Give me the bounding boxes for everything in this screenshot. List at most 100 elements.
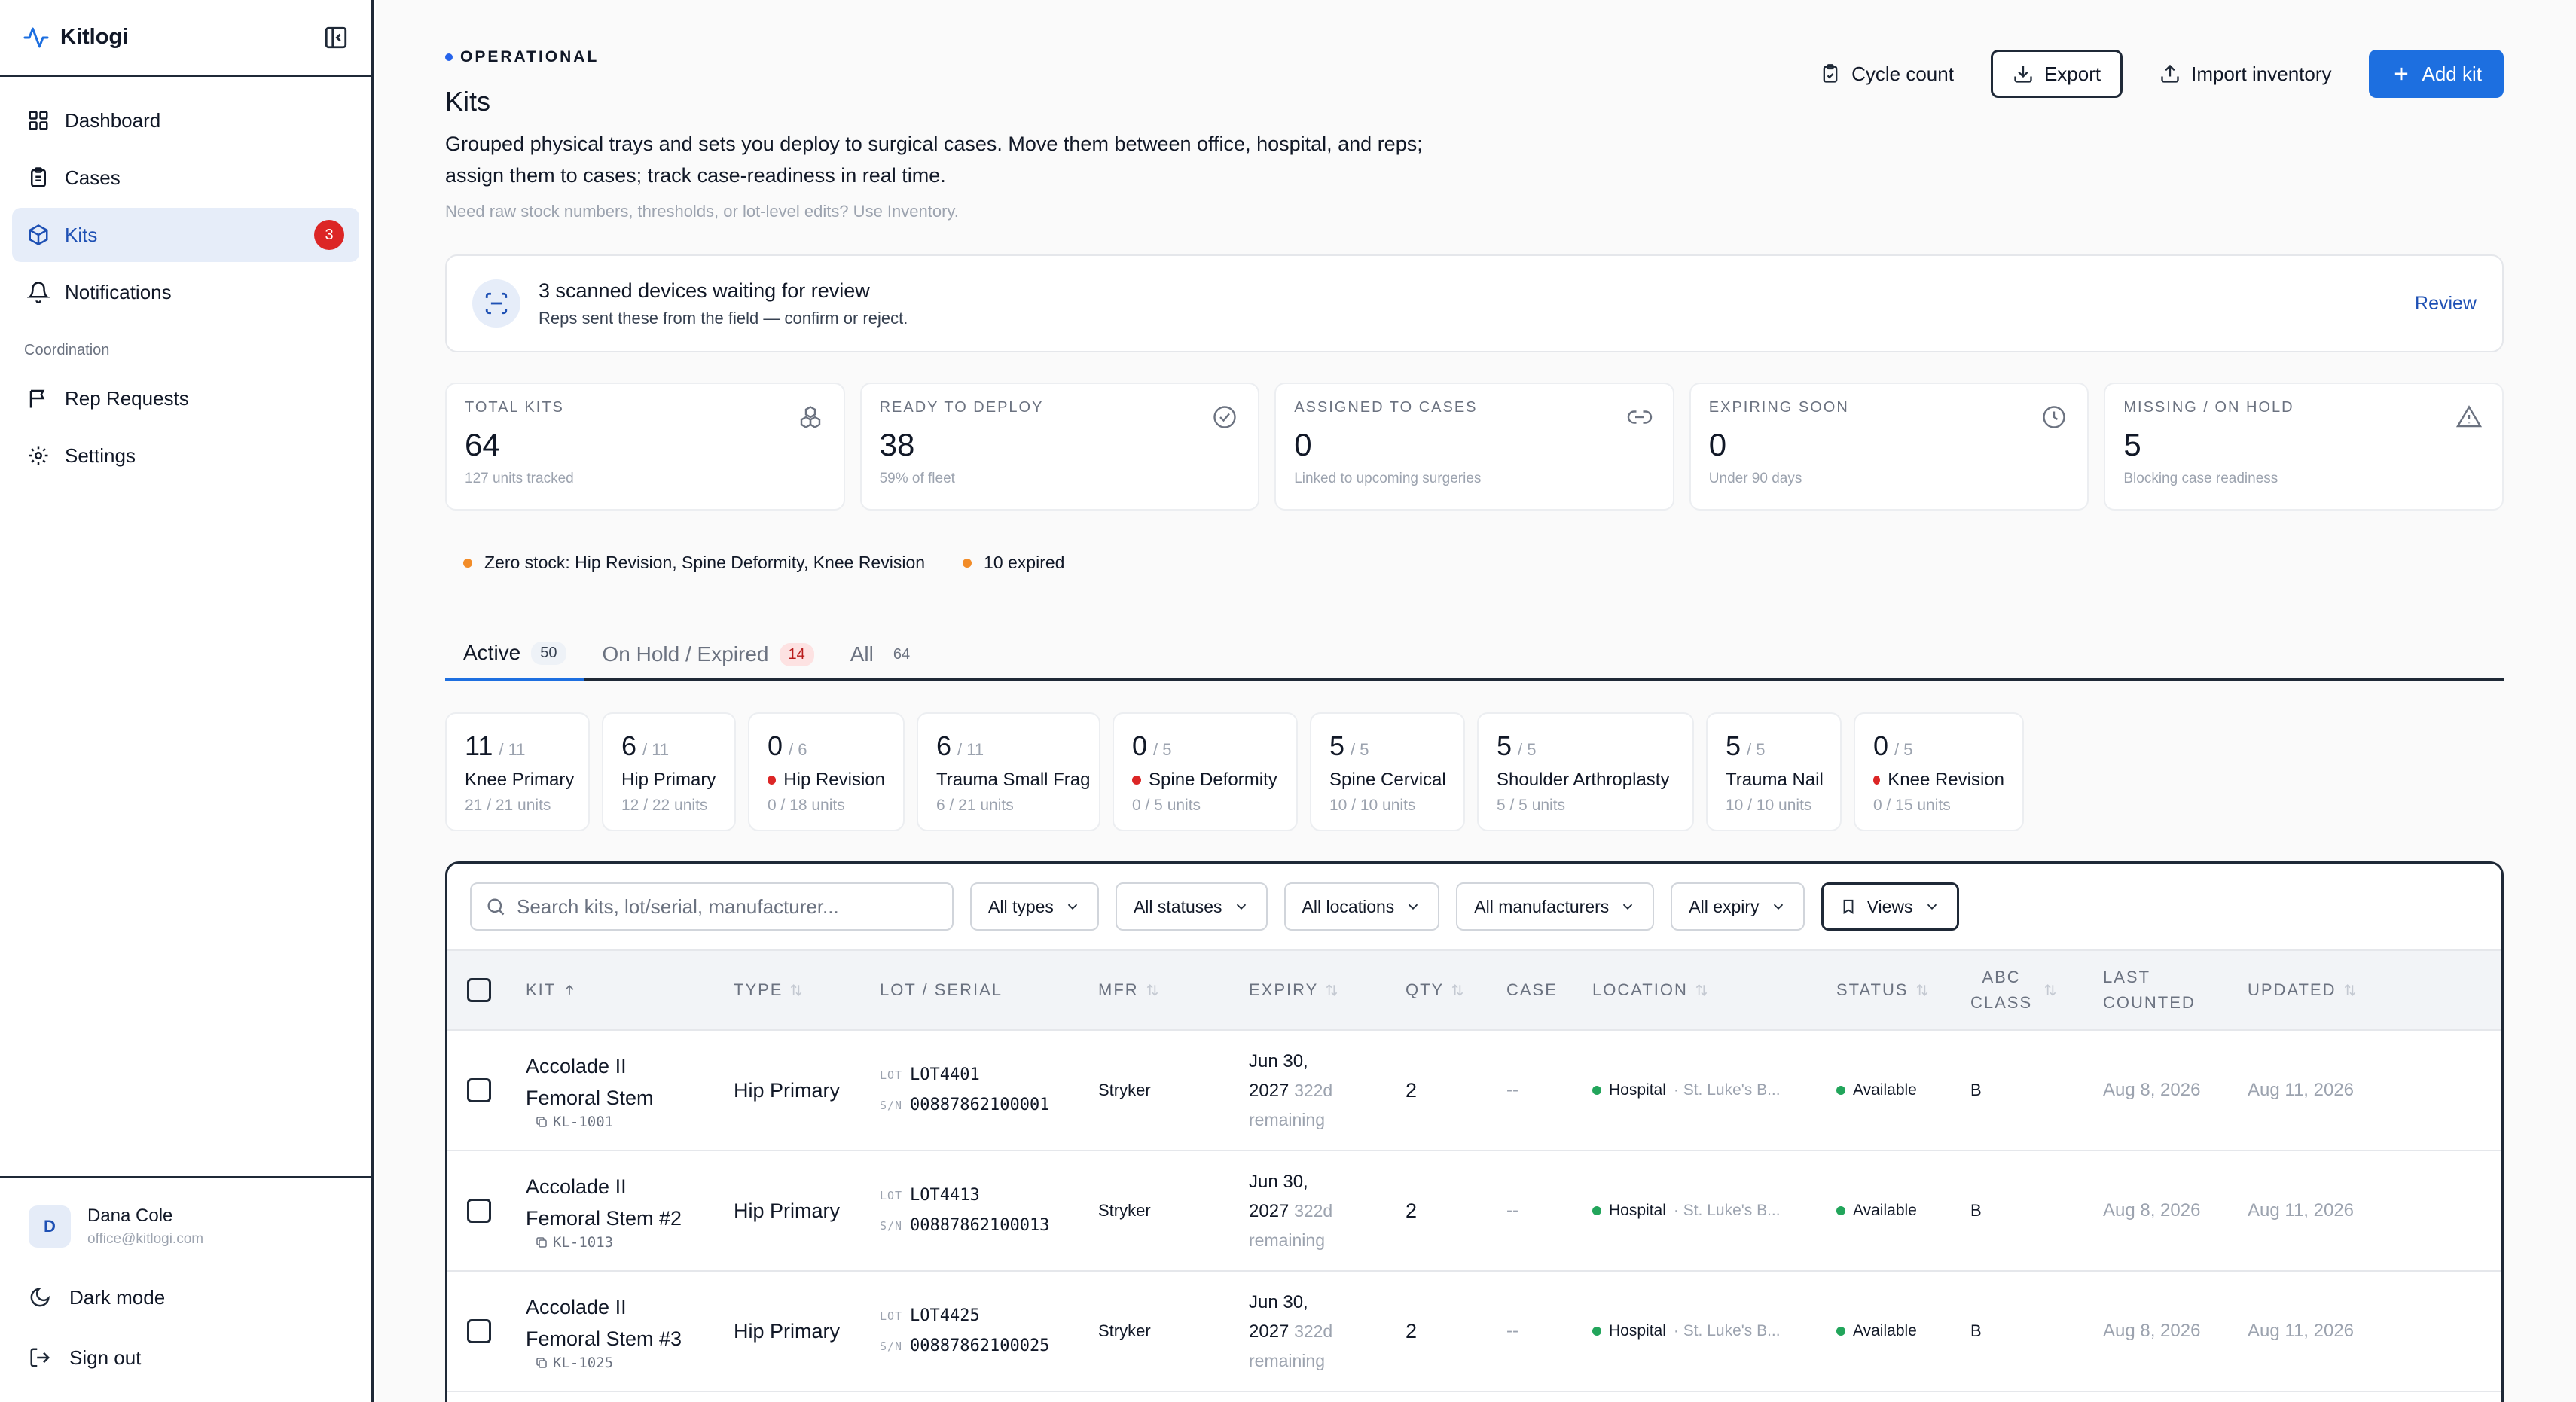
column-label: LOT / SERIAL [880, 980, 1003, 999]
expiry-date-1: Jun 30, [1249, 1050, 1308, 1071]
kit-type-card[interactable]: 5 / 5 Spine Cervical 10 / 10 units [1310, 712, 1465, 831]
kit-id[interactable]: KL-1001 [535, 1114, 734, 1130]
location-detail: · St. Luke's B... [1673, 1322, 1781, 1340]
select-all-checkbox[interactable] [467, 978, 491, 1002]
kit-type-count: 11 [465, 730, 493, 761]
sidebar-nav: Dashboard Cases Kits 3 Notifications Coo… [0, 77, 371, 483]
filter-locations[interactable]: All locations [1283, 882, 1440, 931]
sidebar-item-notifications[interactable]: Notifications [12, 265, 359, 319]
kit-type-card[interactable]: 0 / 6 Hip Revision 0 / 18 units [748, 712, 905, 831]
column-abc-class[interactable]: ABC CLASS [1970, 965, 2103, 1016]
search-icon [487, 898, 505, 916]
upload-icon [2161, 64, 2179, 83]
tab-all[interactable]: All 64 [832, 628, 937, 681]
location-dot [1592, 1086, 1601, 1095]
expired-alert[interactable]: 10 expired [963, 553, 1064, 573]
expiry-date-2: 2027 [1249, 1200, 1290, 1221]
column-qty[interactable]: QTY [1406, 980, 1506, 1000]
kit-type-total: / 11 [499, 740, 526, 759]
lot-number: LOT4413 [910, 1186, 980, 1205]
last-counted: Aug 8, 2026 [2103, 1080, 2201, 1100]
sort-icon [1146, 984, 1158, 996]
views-button[interactable]: Views [1821, 882, 1959, 931]
column-expiry[interactable]: EXPIRY [1249, 980, 1406, 1000]
table-row[interactable]: Accolade II Femoral Stem #3 KL-1025 Hip … [447, 1272, 2501, 1392]
manufacturer: Stryker [1098, 1201, 1151, 1220]
kit-type-card[interactable]: 0 / 5 Spine Deformity 0 / 5 units [1113, 712, 1298, 831]
kit-tabs: Active 50 On Hold / Expired 14 All 64 [445, 628, 2504, 681]
kit-type-units: 0 / 18 units [768, 797, 845, 814]
app-logo[interactable]: Kitlogi [23, 24, 128, 51]
bell-icon [27, 282, 50, 303]
lot-number: LOT4425 [910, 1306, 980, 1325]
clipboard-icon [31, 167, 46, 187]
kit-type-name: Trauma Small Frag [936, 770, 1091, 790]
export-button[interactable]: Export [1990, 50, 2123, 98]
sidebar-item-kits[interactable]: Kits 3 [12, 208, 359, 262]
filter-statuses[interactable]: All statuses [1115, 882, 1268, 931]
sidebar-item-dashboard[interactable]: Dashboard [12, 93, 359, 148]
kit-type-card[interactable]: 0 / 5 Knee Revision 0 / 15 units [1854, 712, 2024, 831]
row-checkbox[interactable] [467, 1199, 491, 1223]
expiry-date-2: 2027 [1249, 1321, 1290, 1342]
kit-name-line-2[interactable]: Femoral Stem #3 [526, 1323, 734, 1355]
column-lot-serial: LOT / SERIAL [880, 980, 1098, 1000]
search-input[interactable]: Search kits, lot/serial, manufacturer... [470, 882, 954, 931]
table-row[interactable]: Accolade II Femoral Stem KL-1001 Hip Pri… [447, 1031, 2501, 1151]
kit-id[interactable]: KL-1025 [535, 1355, 734, 1371]
column-kit[interactable]: KIT [526, 980, 734, 1000]
dark-mode-toggle[interactable]: Dark mode [29, 1267, 343, 1327]
review-link[interactable]: Review [2415, 293, 2477, 315]
filter-manufacturers[interactable]: All manufacturers [1456, 882, 1655, 931]
kit-name-line-1[interactable]: Accolade II [526, 1291, 734, 1323]
sidebar-item-rep-requests[interactable]: Rep Requests [12, 371, 359, 425]
kit-type-total: / 5 [1153, 740, 1172, 759]
cycle-count-button[interactable]: Cycle count [1798, 50, 1976, 98]
user-name: Dana Cole [87, 1205, 173, 1226]
import-inventory-button[interactable]: Import inventory [2138, 50, 2353, 98]
row-checkbox[interactable] [467, 1078, 491, 1102]
kit-type-card[interactable]: 5 / 5 Shoulder Arthroplasty 5 / 5 units [1477, 712, 1694, 831]
kit-name-line-2[interactable]: Femoral Stem #2 [526, 1202, 734, 1234]
scan-icon [485, 292, 508, 315]
banner-title: 3 scanned devices waiting for review [539, 279, 870, 302]
sign-out-button[interactable]: Sign out [29, 1327, 343, 1388]
tab-count: 50 [531, 641, 566, 665]
sidebar-collapse-icon[interactable] [323, 25, 349, 50]
column-status[interactable]: STATUS [1836, 980, 1970, 1000]
table-toolbar: Search kits, lot/serial, manufacturer...… [447, 864, 2501, 949]
kit-type-card[interactable]: 11 / 11 Knee Primary 21 / 21 units [445, 712, 590, 831]
sidebar-item-settings[interactable]: Settings [12, 428, 359, 483]
kit-type-card[interactable]: 6 / 11 Hip Primary 12 / 22 units [602, 712, 736, 831]
user-profile[interactable]: D Dana Cole office@kitlogi.com [29, 1205, 343, 1248]
row-checkbox[interactable] [467, 1319, 491, 1343]
kit-id-text: KL-1013 [553, 1234, 614, 1251]
column-type[interactable]: TYPE [734, 980, 880, 1000]
dark-mode-label: Dark mode [69, 1285, 166, 1309]
column-updated[interactable]: UPDATED [2248, 980, 2383, 1000]
filter-types[interactable]: All types [970, 882, 1099, 931]
kit-name-line-1[interactable]: Accolade II [526, 1050, 734, 1082]
column-location[interactable]: LOCATION [1592, 980, 1836, 1000]
sidebar-item-label: Dashboard [65, 108, 161, 132]
kit-name-line-1[interactable]: Accolade II [526, 1171, 734, 1202]
kit-type-count: 0 [768, 730, 783, 761]
tab-on-hold-expired[interactable]: On Hold / Expired 14 [584, 628, 832, 681]
kit-type-count: 5 [1329, 730, 1345, 761]
location-type: Hospital [1609, 1202, 1666, 1219]
stat-card-total-kits: Total kits 64 127 units tracked [445, 383, 845, 511]
status-text: Available [1853, 1322, 1917, 1340]
zero-stock-alert[interactable]: Zero stock: Hip Revision, Spine Deformit… [463, 553, 925, 573]
kit-type-card[interactable]: 5 / 5 Trauma Nail 10 / 10 units [1706, 712, 1842, 831]
column-mfr[interactable]: MFR [1098, 980, 1249, 1000]
tab-active[interactable]: Active 50 [445, 628, 584, 681]
kit-id[interactable]: KL-1013 [535, 1234, 734, 1251]
sidebar-item-cases[interactable]: Cases [12, 151, 359, 205]
add-kit-button[interactable]: Add kit [2368, 50, 2504, 98]
location-detail: · St. Luke's B... [1673, 1081, 1781, 1099]
kit-type-card[interactable]: 6 / 11 Trauma Small Frag 6 / 21 units [917, 712, 1100, 831]
kit-name-line-2[interactable]: Femoral Stem [526, 1082, 734, 1114]
sign-out-icon [30, 1348, 50, 1367]
table-row[interactable]: Accolade II Femoral Stem #2 KL-1013 Hip … [447, 1151, 2501, 1272]
filter-expiry[interactable]: All expiry [1671, 882, 1805, 931]
